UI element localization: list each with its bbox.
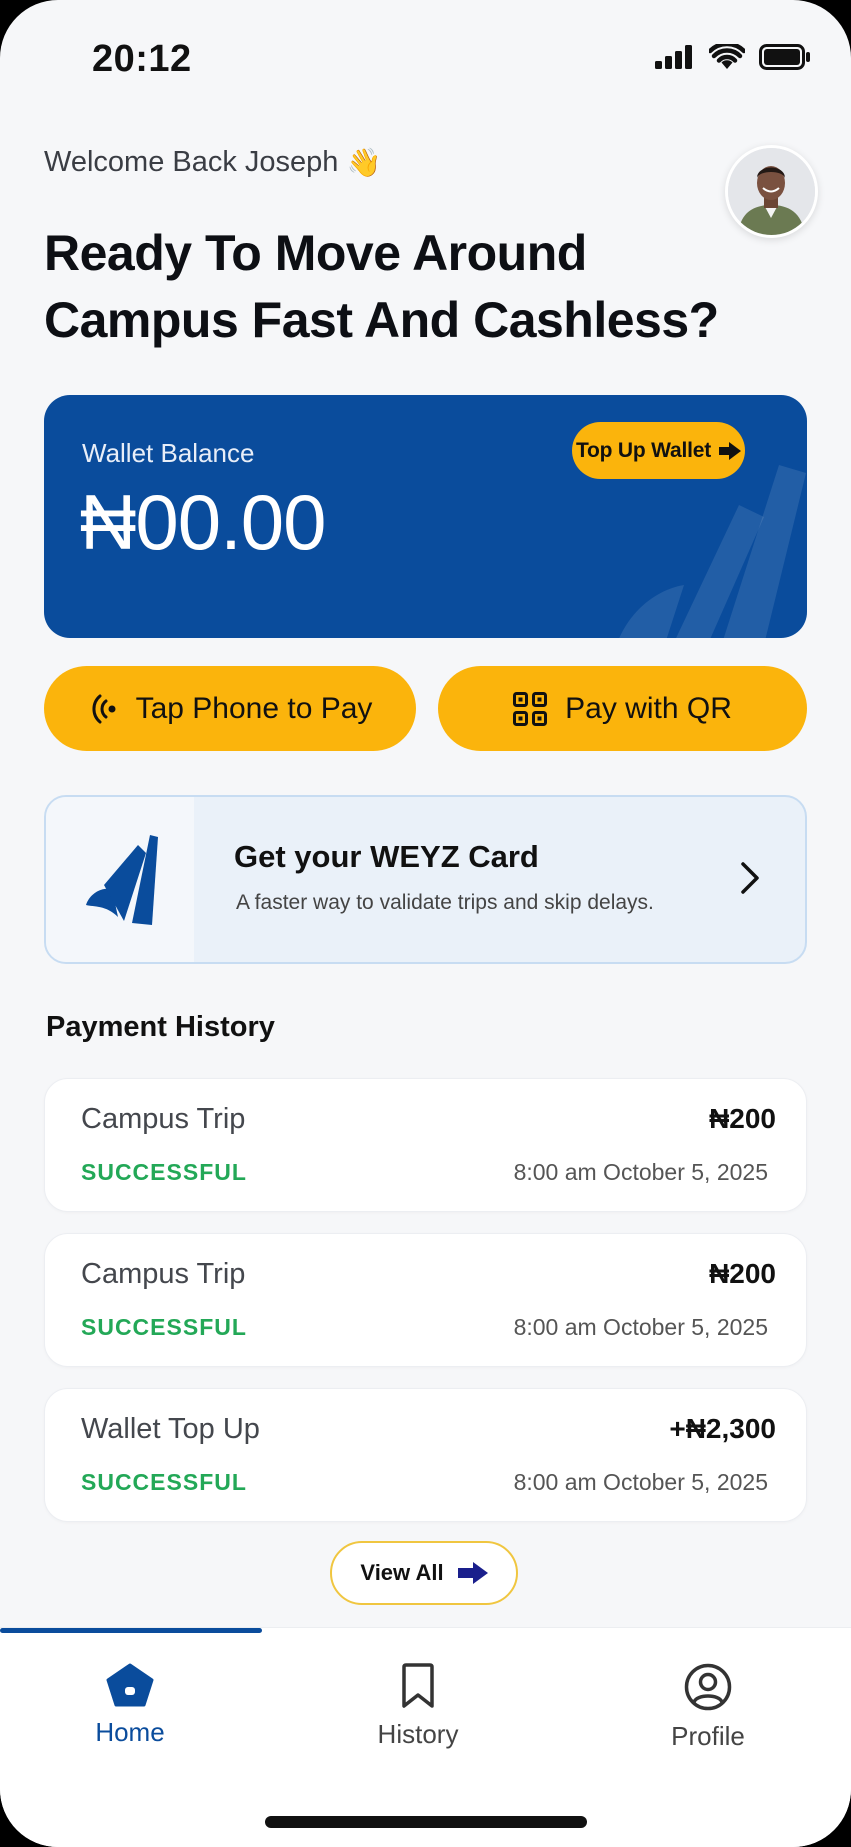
headline-line-2: Campus Fast And Cashless? <box>44 292 719 348</box>
history-item-status: SUCCESSFUL <box>81 1469 247 1495</box>
status-icons <box>655 44 811 70</box>
wallet-decoration-logo <box>619 465 806 638</box>
headline-line-1: Ready To Move Around <box>44 225 587 281</box>
history-item-title: Wallet Top Up <box>81 1413 260 1445</box>
wifi-icon <box>709 44 745 69</box>
arrow-right-icon <box>719 441 742 460</box>
history-item-amount: ₦200 <box>709 1103 776 1134</box>
history-item-amount: +₦2,300 <box>669 1413 776 1444</box>
view-all-label: View All <box>360 1560 444 1585</box>
welcome-label: Welcome Back Joseph <box>44 146 339 178</box>
history-item-status: SUCCESSFUL <box>81 1314 247 1340</box>
nav-profile-label: Profile <box>671 1721 745 1751</box>
chevron-right-icon <box>741 862 759 894</box>
history-item-date: 8:00 am October 5, 2025 <box>513 1469 768 1495</box>
nav-history-label: History <box>377 1719 459 1749</box>
pay-with-qr-label: Pay with QR <box>565 691 732 725</box>
weyz-logo-icon <box>86 835 158 925</box>
user-circle-icon <box>684 1663 732 1711</box>
tap-phone-to-pay-button[interactable]: Tap Phone to Pay <box>44 666 416 751</box>
history-row[interactable]: Campus Trip SUCCESSFUL ₦200 8:00 am Octo… <box>44 1078 807 1212</box>
wallet-balance-amount: ₦00.00 <box>80 478 327 566</box>
promo-subtitle: A faster way to validate trips and skip … <box>236 891 654 914</box>
history-item-date: 8:00 am October 5, 2025 <box>513 1314 768 1340</box>
profile-photo <box>728 148 815 235</box>
nfc-icon <box>92 694 116 723</box>
welcome-text: Welcome Back Joseph 👋 <box>44 146 381 179</box>
nav-home-label: Home <box>95 1717 165 1747</box>
phone-screen: 20:12 Welcome Back Joseph 👋 Ready To Mov… <box>0 0 851 1847</box>
home-icon <box>106 1663 154 1707</box>
promo-title: Get your WEYZ Card <box>234 839 539 874</box>
top-up-wallet-button[interactable]: Top Up Wallet <box>572 422 745 479</box>
bottom-navigation: Home History Profile <box>0 1627 851 1847</box>
promo-logo-area <box>46 797 194 962</box>
history-row[interactable]: Campus Trip SUCCESSFUL ₦200 8:00 am Octo… <box>44 1233 807 1367</box>
qr-code-icon <box>513 691 548 726</box>
arrow-right-icon <box>457 1562 488 1584</box>
status-time: 20:12 <box>92 38 192 80</box>
nav-home[interactable]: Home <box>80 1663 180 1748</box>
history-item-title: Campus Trip <box>81 1103 246 1135</box>
home-indicator-bar[interactable] <box>265 1816 587 1828</box>
wallet-card: Wallet Balance ₦00.00 Top Up Wallet <box>44 395 807 638</box>
battery-icon <box>759 44 810 70</box>
wave-emoji: 👋 <box>346 147 382 178</box>
nav-profile[interactable]: Profile <box>652 1663 764 1752</box>
weyz-card-promo[interactable]: Get your WEYZ Card A faster way to valid… <box>44 795 807 964</box>
wallet-balance-label: Wallet Balance <box>82 438 255 468</box>
top-up-label: Top Up Wallet <box>575 438 712 462</box>
active-tab-indicator <box>0 1628 262 1633</box>
nav-history[interactable]: History <box>358 1663 478 1750</box>
history-item-title: Campus Trip <box>81 1258 246 1290</box>
payment-history-title: Payment History <box>46 1011 275 1043</box>
history-item-date: 8:00 am October 5, 2025 <box>513 1159 768 1185</box>
history-item-amount: ₦200 <box>709 1258 776 1289</box>
page-headline: Ready To Move Around Campus Fast And Cas… <box>44 220 724 354</box>
history-row[interactable]: Wallet Top Up SUCCESSFUL +₦2,300 8:00 am… <box>44 1388 807 1522</box>
history-item-status: SUCCESSFUL <box>81 1159 247 1185</box>
avatar[interactable] <box>725 145 818 238</box>
pay-with-qr-button[interactable]: Pay with QR <box>438 666 807 751</box>
view-all-button[interactable]: View All <box>330 1541 518 1605</box>
cellular-signal-icon <box>655 45 692 69</box>
bookmark-icon <box>402 1663 434 1708</box>
tap-phone-to-pay-label: Tap Phone to Pay <box>135 691 373 725</box>
